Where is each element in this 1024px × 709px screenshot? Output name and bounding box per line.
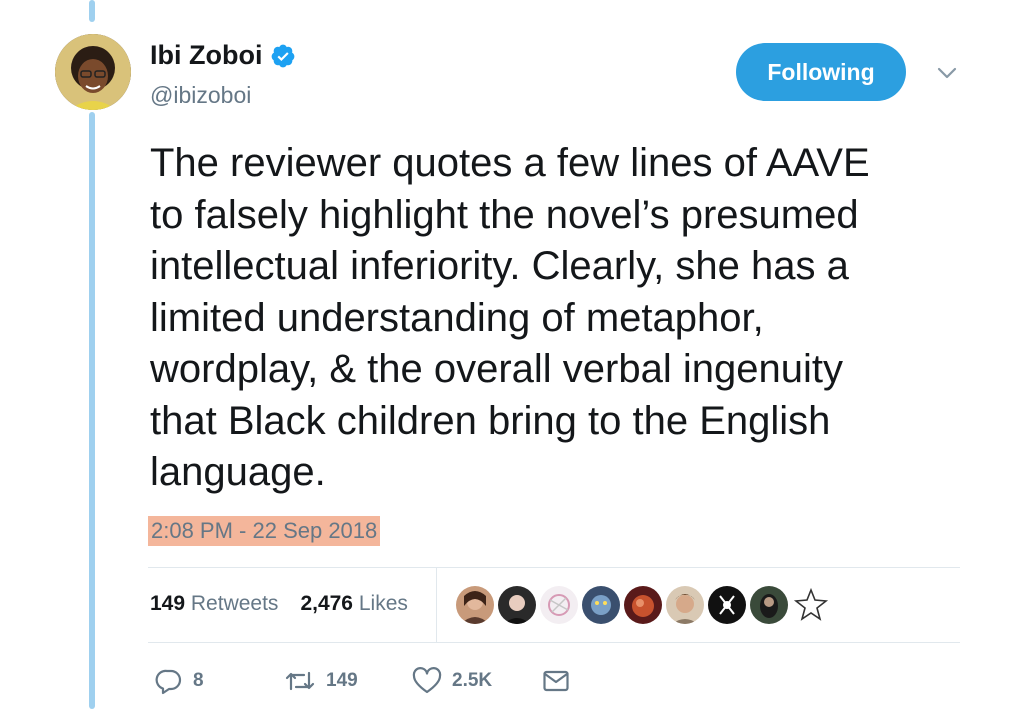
like-action[interactable]: 2.5K — [412, 664, 492, 698]
verified-badge-icon — [272, 44, 295, 67]
tweet-text-line: intellectual inferiority. Clearly, she h… — [150, 244, 849, 288]
likes-label: Likes — [358, 592, 408, 615]
liker-avatar[interactable] — [792, 586, 830, 624]
retweets-label: Retweets — [190, 592, 279, 615]
retweets-count: 149 — [150, 592, 186, 615]
liker-avatar[interactable] — [540, 586, 578, 624]
stats-divider — [436, 568, 437, 642]
tweet-text-line: wordplay, & the overall verbal ingenuity — [150, 347, 843, 391]
following-button[interactable]: Following — [736, 43, 906, 101]
liker-avatar[interactable] — [750, 586, 788, 624]
like-count: 2.5K — [452, 670, 493, 691]
tweet-text-line: limited understanding of metaphor, — [150, 295, 764, 340]
tweet-text-line: The reviewer quotes a few lines of AAVE — [150, 141, 870, 185]
liker-avatar[interactable] — [708, 586, 746, 624]
tweet-stats: 149 Retweets 2,476 Likes — [150, 592, 408, 616]
user-handle[interactable]: @ibizoboi — [150, 82, 251, 109]
avatar[interactable] — [55, 34, 131, 110]
tweet-text-line: language. — [150, 450, 326, 494]
divider-top — [148, 567, 960, 568]
likes-count: 2,476 — [300, 592, 353, 615]
retweet-count: 149 — [326, 670, 358, 691]
retweet-action[interactable]: 149 — [284, 664, 358, 698]
liker-avatar[interactable] — [582, 586, 620, 624]
liker-avatar[interactable] — [666, 586, 704, 624]
tweet-text: The reviewer quotes a few lines of AAVE … — [150, 138, 970, 499]
liker-avatar[interactable] — [498, 586, 536, 624]
display-name-text[interactable]: Ibi Zoboi — [150, 40, 262, 71]
thread-line-top — [89, 0, 95, 22]
tweet-timestamp[interactable]: 2:08 PM - 22 Sep 2018 — [148, 516, 381, 546]
liker-avatars — [456, 586, 830, 624]
divider-bottom — [148, 642, 960, 643]
chevron-down-icon[interactable] — [936, 64, 958, 82]
retweet-icon — [285, 671, 315, 691]
direct-message-action[interactable] — [542, 664, 570, 698]
reply-action[interactable]: 8 — [155, 664, 204, 698]
display-name[interactable]: Ibi Zoboi — [150, 40, 296, 71]
tweet-text-line: that Black children bring to the English — [150, 398, 831, 443]
liker-avatar[interactable] — [624, 586, 662, 624]
tweet-text-line: to falsely highlight the novel’s presume… — [150, 192, 859, 237]
thread-line-bottom — [89, 112, 95, 709]
retweets-stat[interactable]: 149 Retweets — [150, 592, 278, 616]
envelope-icon — [543, 670, 569, 692]
heart-icon — [412, 667, 442, 694]
reply-icon — [155, 669, 182, 695]
liker-avatar[interactable] — [456, 586, 494, 624]
reply-count: 8 — [193, 670, 204, 691]
likes-stat[interactable]: 2,476 Likes — [300, 592, 407, 616]
